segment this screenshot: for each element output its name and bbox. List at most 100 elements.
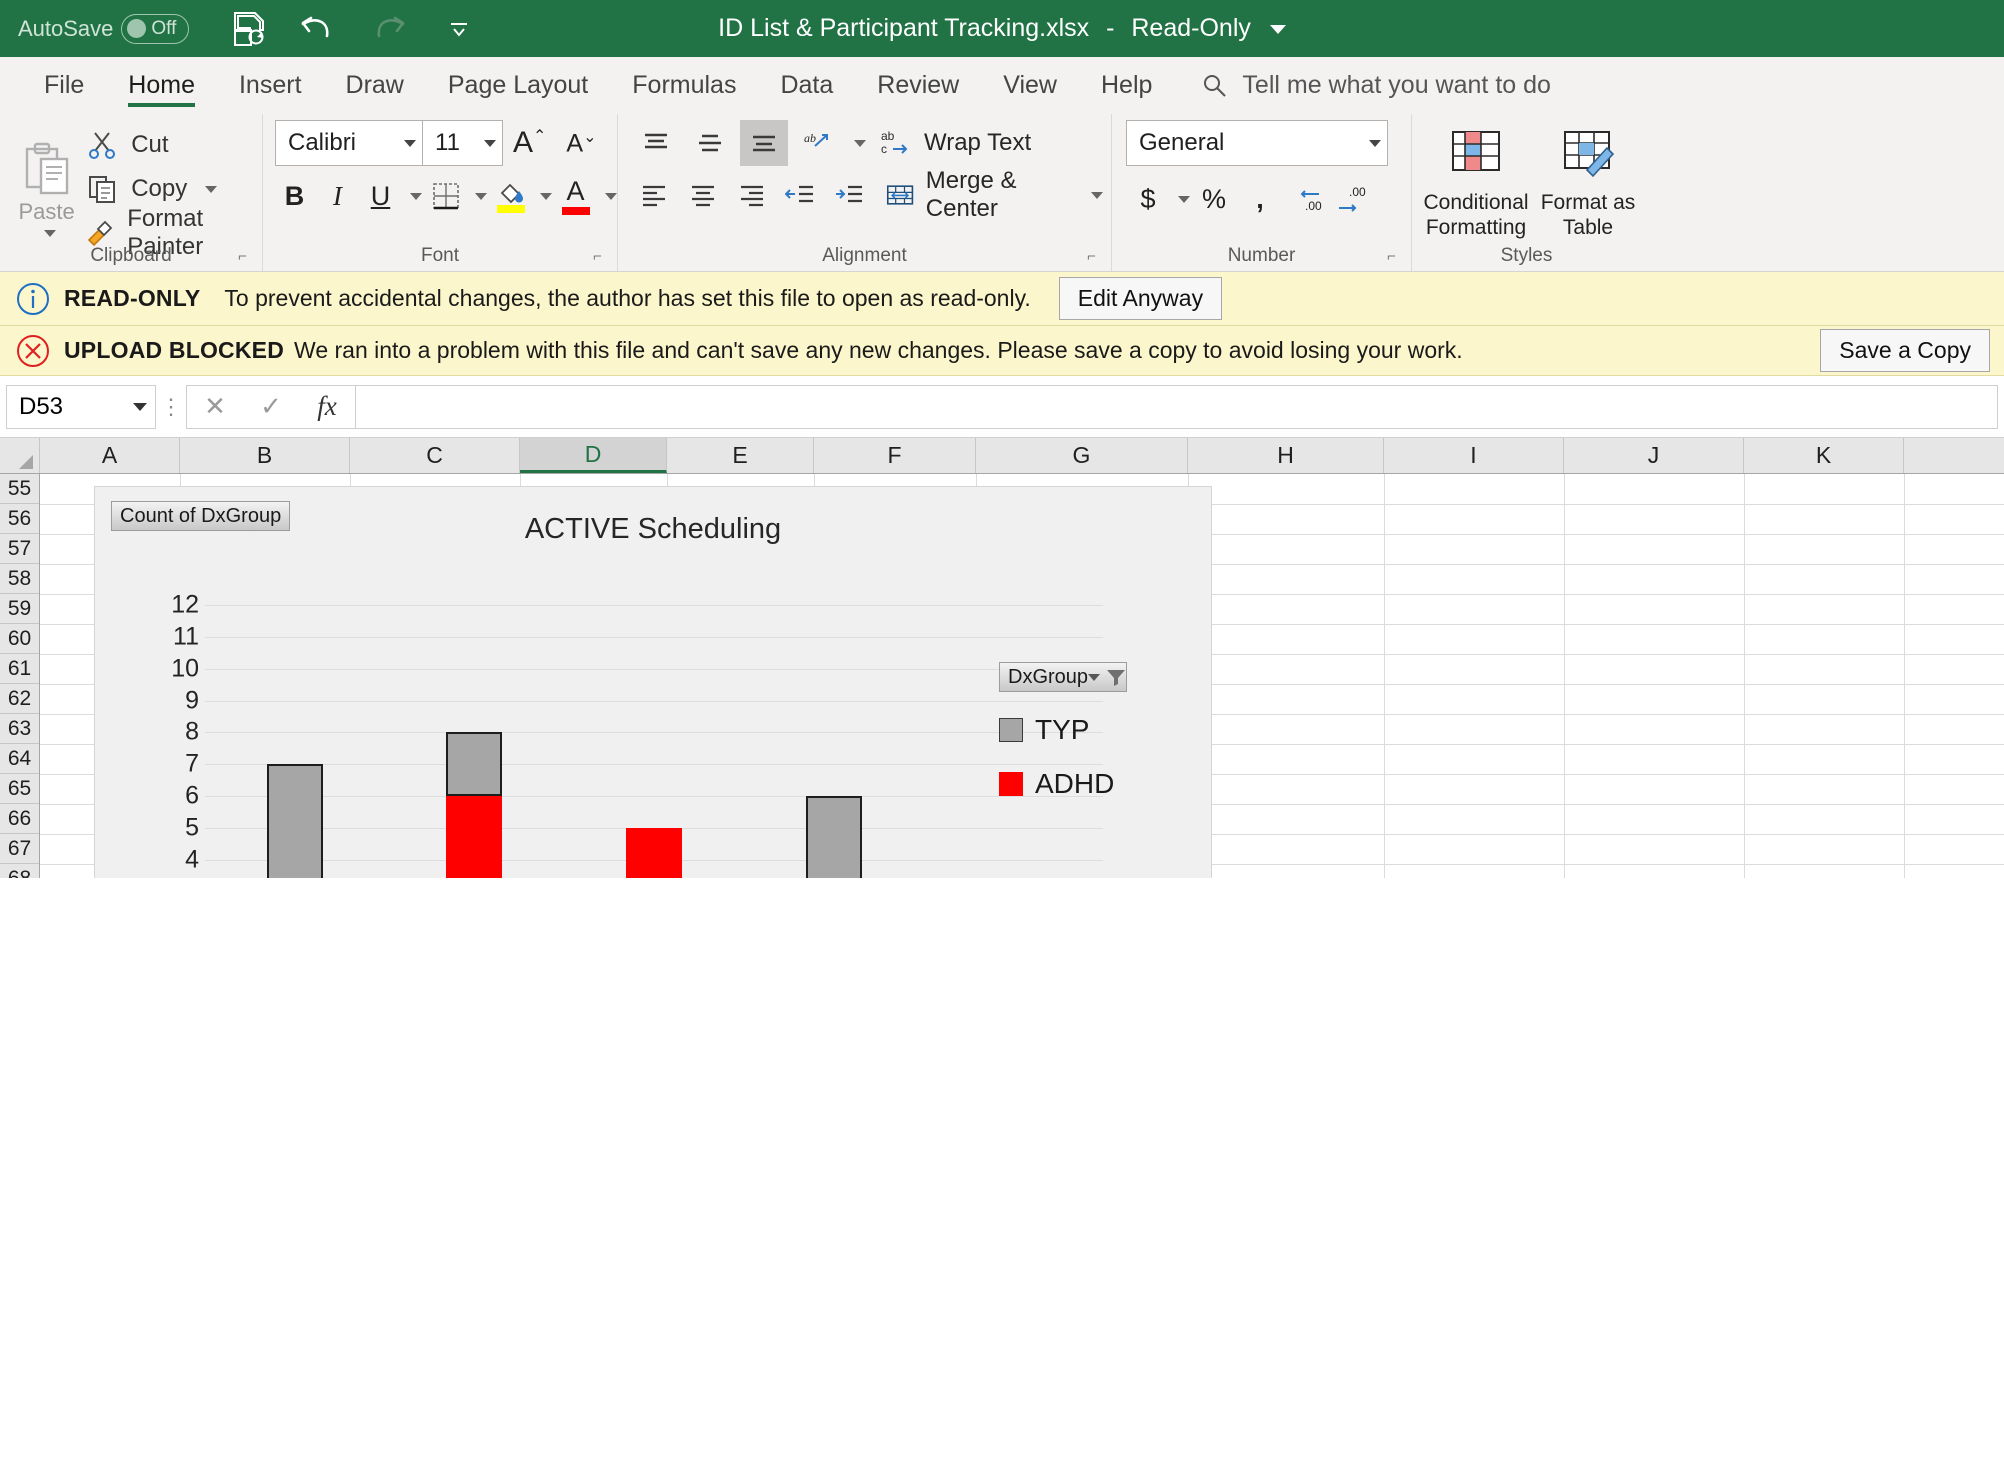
top-align-button[interactable]: [632, 120, 680, 166]
increase-indent-button[interactable]: [829, 172, 872, 218]
row-header-58[interactable]: 58: [0, 564, 39, 594]
bar-segment-typ-oct[interactable]: [266, 764, 323, 878]
tell-me-search[interactable]: Tell me what you want to do: [1174, 71, 1551, 100]
column-header-j[interactable]: J: [1564, 438, 1744, 473]
number-format-combo[interactable]: General: [1126, 120, 1388, 166]
cancel-entry-button[interactable]: ✕: [187, 385, 243, 429]
underline-button[interactable]: U: [361, 174, 400, 218]
row-header-55[interactable]: 55: [0, 474, 39, 504]
column-header-f[interactable]: F: [814, 438, 976, 473]
pivot-chart[interactable]: Count of DxGroup ACTIVE Scheduling 12 11…: [94, 486, 1212, 878]
row-header-62[interactable]: 62: [0, 684, 39, 714]
fill-color-chevron-down-icon[interactable]: [540, 192, 552, 200]
tab-home[interactable]: Home: [106, 57, 217, 114]
copy-chevron-down-icon[interactable]: [205, 185, 218, 193]
decrease-decimal-button[interactable]: .00: [1284, 176, 1328, 222]
tab-formulas[interactable]: Formulas: [610, 57, 758, 114]
font-size-combo[interactable]: 11: [423, 120, 503, 166]
row-header-63[interactable]: 63: [0, 714, 39, 744]
column-header-b[interactable]: B: [180, 438, 350, 473]
tab-data[interactable]: Data: [758, 57, 855, 114]
align-right-button[interactable]: [730, 172, 773, 218]
italic-button[interactable]: I: [318, 174, 357, 218]
column-header-d[interactable]: D: [520, 438, 667, 473]
row-header-66[interactable]: 66: [0, 804, 39, 834]
font-dialog-launcher[interactable]: ⌐: [593, 249, 609, 265]
column-header-h[interactable]: H: [1188, 438, 1384, 473]
bar-segment-adhd-nov[interactable]: [446, 796, 503, 878]
format-as-table-button[interactable]: Format as Table: [1538, 128, 1638, 240]
wrap-text-button[interactable]: ab c Wrap Text: [872, 120, 1039, 166]
copy-button[interactable]: Copy: [85, 168, 262, 210]
legend-field-button[interactable]: DxGroup: [999, 662, 1127, 692]
row-header-61[interactable]: 61: [0, 654, 39, 684]
title-chevron-down-icon[interactable]: [1269, 24, 1286, 34]
column-header-i[interactable]: I: [1384, 438, 1564, 473]
accounting-format-button[interactable]: $: [1126, 176, 1170, 222]
bottom-align-button[interactable]: [740, 120, 788, 166]
formula-input[interactable]: [355, 384, 1998, 429]
bar-segment-typ-nov[interactable]: [446, 732, 503, 796]
tab-help[interactable]: Help: [1079, 57, 1174, 114]
row-header-64[interactable]: 64: [0, 744, 39, 774]
percent-format-button[interactable]: %: [1192, 176, 1236, 222]
tab-review[interactable]: Review: [855, 57, 981, 114]
tab-insert[interactable]: Insert: [217, 57, 324, 114]
formula-bar-grip[interactable]: ⋮: [156, 394, 186, 420]
row-header-57[interactable]: 57: [0, 534, 39, 564]
tab-page-layout[interactable]: Page Layout: [426, 57, 610, 114]
font-color-button[interactable]: A: [556, 174, 595, 218]
paste-button[interactable]: Paste: [8, 137, 85, 237]
edit-anyway-button[interactable]: Edit Anyway: [1058, 277, 1223, 320]
grow-font-button[interactable]: A⌃: [503, 126, 556, 160]
increase-decimal-button[interactable]: .00: [1330, 176, 1374, 222]
name-box[interactable]: D53: [6, 384, 156, 429]
row-header-67[interactable]: 67: [0, 834, 39, 864]
comma-format-button[interactable]: ,: [1238, 176, 1282, 222]
legend-item-typ[interactable]: TYP: [999, 714, 1159, 746]
tab-view[interactable]: View: [981, 57, 1079, 114]
row-header-59[interactable]: 59: [0, 594, 39, 624]
row-header-65[interactable]: 65: [0, 774, 39, 804]
fill-color-button[interactable]: [491, 174, 530, 218]
insert-function-button[interactable]: fx: [299, 385, 355, 429]
select-all-corner[interactable]: [0, 438, 40, 473]
clipboard-dialog-launcher[interactable]: ⌐: [238, 249, 254, 265]
align-left-button[interactable]: [632, 172, 675, 218]
align-center-button[interactable]: [681, 172, 724, 218]
legend-item-adhd[interactable]: ADHD: [999, 768, 1159, 800]
confirm-entry-button[interactable]: ✓: [243, 385, 299, 429]
shrink-font-button[interactable]: A⌄: [556, 127, 606, 158]
save-a-copy-button[interactable]: Save a Copy: [1820, 329, 1990, 372]
bar-segment-typ-jan[interactable]: [805, 796, 862, 878]
column-header-e[interactable]: E: [667, 438, 814, 473]
tab-draw[interactable]: Draw: [324, 57, 426, 114]
bold-button[interactable]: B: [275, 174, 314, 218]
bar-segment-adhd-dec[interactable]: [626, 827, 682, 878]
paste-chevron-down-icon[interactable]: [43, 230, 56, 237]
accounting-chevron-down-icon[interactable]: [1178, 195, 1190, 203]
number-dialog-launcher[interactable]: ⌐: [1387, 249, 1403, 265]
row-header-60[interactable]: 60: [0, 624, 39, 654]
font-name-combo[interactable]: Calibri: [275, 120, 423, 166]
row-header-68[interactable]: 68: [0, 864, 39, 878]
cut-button[interactable]: Cut: [85, 124, 262, 166]
font-color-chevron-down-icon[interactable]: [605, 192, 617, 200]
column-header-g[interactable]: G: [976, 438, 1188, 473]
alignment-dialog-launcher[interactable]: ⌐: [1087, 249, 1103, 265]
merge-and-center-button[interactable]: Merge & Center: [878, 167, 1111, 222]
column-header-a[interactable]: A: [40, 438, 180, 473]
orientation-chevron-down-icon[interactable]: [854, 139, 866, 147]
column-header-c[interactable]: C: [350, 438, 520, 473]
tab-file[interactable]: File: [22, 57, 106, 114]
middle-align-button[interactable]: [686, 120, 734, 166]
borders-button[interactable]: [426, 174, 465, 218]
orientation-button[interactable]: ab: [794, 120, 842, 166]
conditional-formatting-button[interactable]: Conditional Formatting: [1423, 128, 1529, 240]
row-header-56[interactable]: 56: [0, 504, 39, 534]
underline-chevron-down-icon[interactable]: [410, 192, 422, 200]
grid-cells[interactable]: Count of DxGroup ACTIVE Scheduling 12 11…: [40, 474, 2004, 878]
decrease-indent-button[interactable]: [780, 172, 823, 218]
borders-chevron-down-icon[interactable]: [475, 192, 487, 200]
column-header-k[interactable]: K: [1744, 438, 1904, 473]
